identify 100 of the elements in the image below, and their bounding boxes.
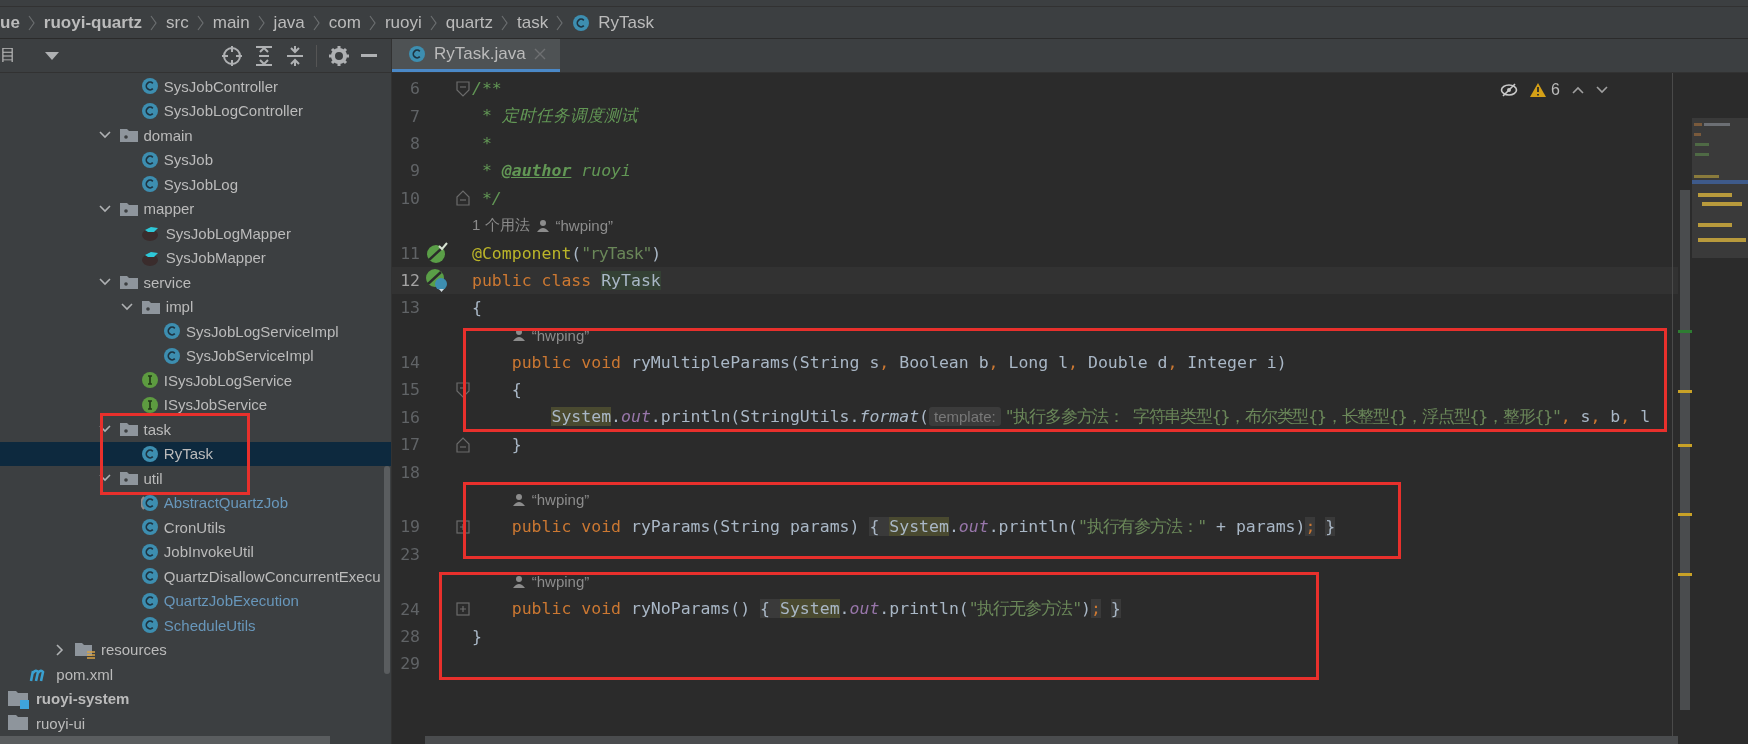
tree-item[interactable]: task	[0, 417, 391, 442]
tree-item[interactable]: SysJobLogController	[0, 98, 391, 123]
breadcrumb-item[interactable]: ruoyi	[384, 12, 422, 33]
fold-icon[interactable]	[456, 382, 470, 398]
panel-title[interactable]: 目	[0, 45, 16, 66]
tree-item[interactable]: SysJobLogServiceImpl	[0, 319, 391, 344]
folder-icon	[140, 298, 161, 315]
tree-item[interactable]: CronUtils	[0, 515, 391, 540]
usages-hint[interactable]: 1 个用法	[472, 216, 530, 236]
person-icon	[535, 218, 550, 233]
class-icon	[163, 322, 182, 341]
editor-tab[interactable]: RyTask.java	[392, 39, 560, 72]
author-hint[interactable]: “hwping”	[531, 491, 590, 509]
breadcrumb-item[interactable]: com	[328, 12, 361, 33]
code-line: public void ryNoParams() { System.out.println("执行无参方法"); }	[510, 598, 1121, 621]
tree-item[interactable]: ruoyi-system	[0, 686, 391, 711]
minimize-icon[interactable]	[361, 53, 377, 58]
chevron-down-icon[interactable]	[1596, 86, 1608, 94]
line-number: 14	[399, 353, 420, 373]
bird-icon	[140, 224, 161, 243]
breadcrumb-item[interactable]: main	[212, 12, 250, 33]
tree-item[interactable]: ruoyi-ui	[0, 711, 391, 736]
code-line: *	[480, 133, 492, 153]
breadcrumb-item[interactable]: ruoyi-quartz	[43, 12, 143, 33]
warning-icon[interactable]	[1530, 83, 1547, 97]
tree-item[interactable]: RyTask	[0, 441, 391, 466]
tree-item[interactable]: impl	[0, 294, 391, 319]
chevron-icon	[429, 13, 438, 32]
settings-icon[interactable]	[328, 44, 350, 67]
class-icon	[140, 444, 159, 463]
scrollbar-thumb[interactable]	[1680, 190, 1690, 710]
tree-item[interactable]: QuartzDisallowConcurrentExecu	[0, 564, 391, 589]
folder-icon	[118, 127, 139, 144]
fold-icon[interactable]	[456, 80, 470, 97]
tree-item[interactable]: domain	[0, 123, 391, 148]
tree-item[interactable]: QuartzJobExecution	[0, 588, 391, 613]
breadcrumb-item[interactable]: quartz	[445, 12, 494, 33]
collapse-all-icon[interactable]	[285, 44, 305, 67]
tree-item[interactable]: JobInvokeUtil	[0, 539, 391, 564]
code-line: {	[472, 298, 482, 318]
code-line: @Component("ryTask")	[472, 243, 662, 263]
tree-item[interactable]: AbstractQuartzJob	[0, 490, 391, 515]
tree-item[interactable]: util	[0, 466, 391, 491]
tree-item[interactable]: SysJob	[0, 147, 391, 172]
tree-item[interactable]: resources	[0, 637, 391, 662]
tree-item[interactable]: SysJobServiceImpl	[0, 343, 391, 368]
tree-item[interactable]: SysJobLog	[0, 172, 391, 197]
tree-item[interactable]: mapper	[0, 196, 391, 221]
line-number: 10	[399, 188, 420, 208]
expand-all-icon[interactable]	[254, 44, 274, 67]
tree-item[interactable]: SysJobMapper	[0, 245, 391, 270]
scrollbar-thumb[interactable]	[0, 736, 330, 744]
code-line: }	[472, 627, 482, 646]
code-line: public class RyTask	[472, 270, 661, 290]
tree-item[interactable]: ISysJobService	[0, 392, 391, 417]
class-icon	[140, 518, 159, 537]
breadcrumb-item[interactable]: task	[517, 12, 549, 33]
tree-item[interactable]: SysJobController	[0, 74, 391, 99]
tree-item[interactable]: ISysJobLogService	[0, 368, 391, 393]
class-icon	[140, 175, 159, 194]
caret-icon[interactable]	[45, 51, 59, 60]
fold-icon[interactable]	[456, 190, 470, 207]
line-number: 17	[399, 435, 420, 455]
minimap-drawing[interactable]	[1692, 118, 1748, 258]
folder-icon	[118, 200, 139, 217]
class-icon	[572, 13, 591, 32]
bean-icon[interactable]	[425, 268, 449, 293]
code-line: * @author ruoyi	[480, 161, 631, 181]
breadcrumb-item[interactable]: java	[273, 12, 305, 33]
class-icon	[163, 346, 182, 365]
chevron-icon	[150, 13, 159, 32]
crosshair-icon[interactable]	[221, 44, 243, 67]
tree-item[interactable]: SysJobLogMapper	[0, 221, 391, 246]
scrollbar-thumb[interactable]	[425, 736, 1678, 744]
breadcrumb-item[interactable]: ue	[0, 12, 20, 33]
folder-icon	[118, 274, 139, 291]
tree-item[interactable]: pom.xml	[0, 662, 391, 687]
warning-count[interactable]: 6	[1551, 81, 1560, 99]
code-line: {	[510, 380, 522, 400]
bean-icon[interactable]	[426, 242, 448, 265]
eye-crossed-icon[interactable]	[1500, 83, 1519, 97]
fold-icon[interactable]	[456, 436, 470, 453]
line-number: 13	[399, 298, 420, 318]
chevron-up-icon[interactable]	[1572, 86, 1584, 94]
author-hint[interactable]: “hwping”	[531, 326, 590, 344]
line-number: 15	[399, 380, 420, 400]
breadcrumb-item[interactable]: src	[166, 12, 189, 33]
person-icon	[511, 574, 526, 589]
class-icon	[140, 101, 159, 120]
scrollbar-thumb[interactable]	[384, 466, 390, 674]
author-hint[interactable]: “hwping”	[531, 573, 590, 591]
person-icon	[511, 328, 526, 343]
tree-item[interactable]: ScheduleUtils	[0, 613, 391, 638]
tree-item[interactable]: service	[0, 270, 391, 295]
class-icon	[140, 150, 159, 169]
line-number: 19	[399, 517, 420, 537]
breadcrumb-item[interactable]: RyTask	[598, 12, 654, 33]
chevron-icon	[257, 13, 266, 32]
code-line: */	[480, 188, 502, 208]
author-hint[interactable]: “hwping”	[555, 217, 614, 235]
